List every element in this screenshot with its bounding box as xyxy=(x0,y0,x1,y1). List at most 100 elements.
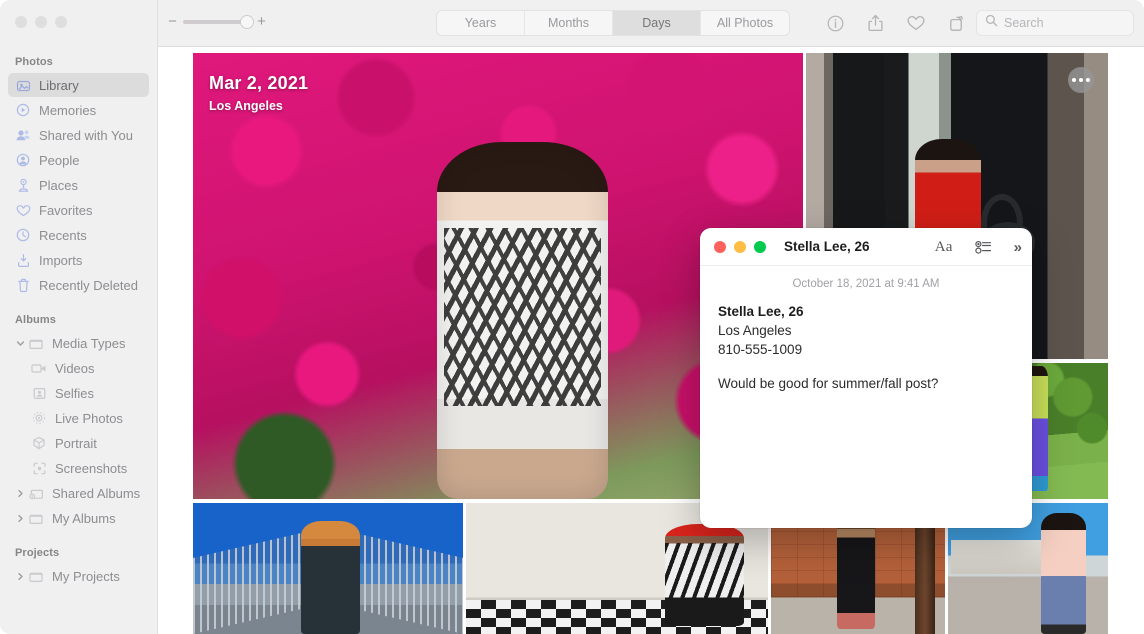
live-photo-icon xyxy=(30,410,48,426)
notes-window[interactable]: Stella Lee, 26 Aa » October 18, 2021 at … xyxy=(700,228,1032,528)
tab-all-photos[interactable]: All Photos xyxy=(701,11,789,35)
minimize-button[interactable] xyxy=(35,16,47,28)
toolbar: − + Years Months Days All Photos Search xyxy=(158,0,1144,47)
sidebar-item-label: Media Types xyxy=(52,335,126,351)
zoom-in-icon[interactable]: + xyxy=(257,14,266,29)
chevron-down-icon[interactable] xyxy=(14,339,26,348)
sidebar-item-label: My Projects xyxy=(52,568,120,584)
zoom-button[interactable] xyxy=(55,16,67,28)
sidebar-item-screenshots[interactable]: Screenshots xyxy=(8,456,149,480)
more-options-icon[interactable] xyxy=(1068,67,1094,93)
sidebar-item-my-albums[interactable]: My Albums xyxy=(8,506,149,530)
chevron-right-icon[interactable] xyxy=(14,572,26,581)
subject-figure xyxy=(301,521,361,634)
sidebar-item-selfies[interactable]: Selfies xyxy=(8,381,149,405)
sidebar-item-live-photos[interactable]: Live Photos xyxy=(8,406,149,430)
sidebar-item-people[interactable]: People xyxy=(8,148,149,172)
tab-days[interactable]: Days xyxy=(613,11,701,35)
sidebar: Photos Library Memories Shared with You … xyxy=(0,0,158,634)
screenshot-icon xyxy=(30,460,48,476)
sidebar-item-label: Places xyxy=(39,177,79,193)
sidebar-section-albums-header: Albums xyxy=(15,314,56,326)
share-icon[interactable] xyxy=(868,14,883,32)
sidebar-item-label: Portrait xyxy=(55,435,97,451)
chevron-right-icon[interactable] xyxy=(14,489,26,498)
sidebar-item-label: Favorites xyxy=(39,202,93,218)
zoom-out-icon[interactable]: − xyxy=(168,14,177,29)
shared-with-you-icon xyxy=(14,127,32,143)
format-text-icon[interactable]: Aa xyxy=(935,239,953,256)
sidebar-item-memories[interactable]: Memories xyxy=(8,98,149,122)
notes-body[interactable]: October 18, 2021 at 9:41 AM Stella Lee, … xyxy=(700,266,1032,391)
subject-figure xyxy=(665,523,744,627)
folder-icon xyxy=(27,335,45,351)
sidebar-item-label: Selfies xyxy=(55,385,95,401)
sidebar-item-label: Recents xyxy=(39,227,87,243)
sidebar-item-places[interactable]: Places xyxy=(8,173,149,197)
sidebar-item-recently-deleted[interactable]: Recently Deleted xyxy=(8,273,149,297)
sidebar-item-videos[interactable]: Videos xyxy=(8,356,149,380)
sidebar-item-label: Memories xyxy=(39,102,97,118)
rotate-icon[interactable] xyxy=(949,15,966,32)
zoom-slider-knob[interactable] xyxy=(240,14,254,29)
sidebar-scroll[interactable]: Photos Library Memories Shared with You … xyxy=(0,48,157,634)
sidebar-item-shared-albums[interactable]: Shared Albums xyxy=(8,481,149,505)
shared-album-icon xyxy=(27,485,45,501)
sidebar-item-favorites[interactable]: Favorites xyxy=(8,198,149,222)
trash-icon xyxy=(14,277,32,293)
expand-chevron-icon[interactable]: » xyxy=(1014,239,1022,256)
sidebar-item-recents[interactable]: Recents xyxy=(8,223,149,247)
sidebar-item-portrait[interactable]: Portrait xyxy=(8,431,149,455)
search-input[interactable]: Search xyxy=(1004,16,1044,30)
favorite-heart-icon[interactable] xyxy=(907,15,925,31)
notes-window-title: Stella Lee, 26 xyxy=(784,239,870,254)
photo-green-yard[interactable] xyxy=(1020,363,1108,499)
bridge-railing-right xyxy=(349,531,463,634)
tab-months[interactable]: Months xyxy=(525,11,613,35)
search-icon xyxy=(985,14,998,32)
notes-close-button[interactable] xyxy=(714,240,726,253)
sidebar-item-label: Shared with You xyxy=(39,127,133,143)
zoom-slider-track[interactable] xyxy=(183,14,254,29)
sidebar-item-shared-with-you[interactable]: Shared with You xyxy=(8,123,149,147)
subject-figure xyxy=(437,142,608,499)
note-line-city: Los Angeles xyxy=(718,323,792,338)
notes-traffic-lights[interactable] xyxy=(714,240,766,253)
window-traffic-lights[interactable] xyxy=(15,16,67,28)
sidebar-item-media-types[interactable]: Media Types xyxy=(8,331,149,355)
tab-years[interactable]: Years xyxy=(437,11,525,35)
note-line-phone: 810-555-1009 xyxy=(718,342,803,358)
sidebar-item-my-projects[interactable]: My Projects xyxy=(8,564,149,588)
chevron-right-icon[interactable] xyxy=(14,514,26,523)
search-field[interactable]: Search xyxy=(976,10,1134,36)
sidebar-item-label: People xyxy=(39,152,80,168)
note-timestamp: October 18, 2021 at 9:41 AM xyxy=(792,278,940,290)
day-date-overlay: Mar 2, 2021 Los Angeles xyxy=(209,73,308,113)
sidebar-item-label: My Albums xyxy=(52,510,116,526)
portrait-icon xyxy=(30,435,48,451)
memories-icon xyxy=(14,102,32,118)
notes-titlebar[interactable]: Stella Lee, 26 Aa » xyxy=(700,228,1032,266)
close-button[interactable] xyxy=(15,16,27,28)
day-place: Los Angeles xyxy=(209,99,283,113)
photo-bridge-walkway[interactable] xyxy=(193,503,463,634)
zoom-slider-control[interactable]: − + xyxy=(168,14,266,29)
notes-minimize-button[interactable] xyxy=(734,240,746,253)
subject-figure xyxy=(1040,513,1086,634)
notes-action-group: Aa » xyxy=(935,228,1022,266)
sidebar-item-label: Videos xyxy=(55,360,95,376)
sidebar-item-label: Library xyxy=(39,77,79,93)
sidebar-item-imports[interactable]: Imports xyxy=(8,248,149,272)
info-icon[interactable] xyxy=(827,15,844,32)
view-mode-segmented-control[interactable]: Years Months Days All Photos xyxy=(436,10,790,36)
heart-icon xyxy=(14,202,32,218)
places-icon xyxy=(14,177,32,193)
photo-green-yard-image xyxy=(1020,363,1108,499)
sidebar-item-library[interactable]: Library xyxy=(8,73,149,97)
sidebar-section-projects-header: Projects xyxy=(15,547,60,559)
checklist-icon[interactable] xyxy=(974,240,992,255)
day-date: Mar 2, 2021 xyxy=(209,73,309,93)
notes-zoom-button[interactable] xyxy=(754,240,766,253)
sidebar-item-label: Recently Deleted xyxy=(39,277,138,293)
people-icon xyxy=(14,152,32,168)
